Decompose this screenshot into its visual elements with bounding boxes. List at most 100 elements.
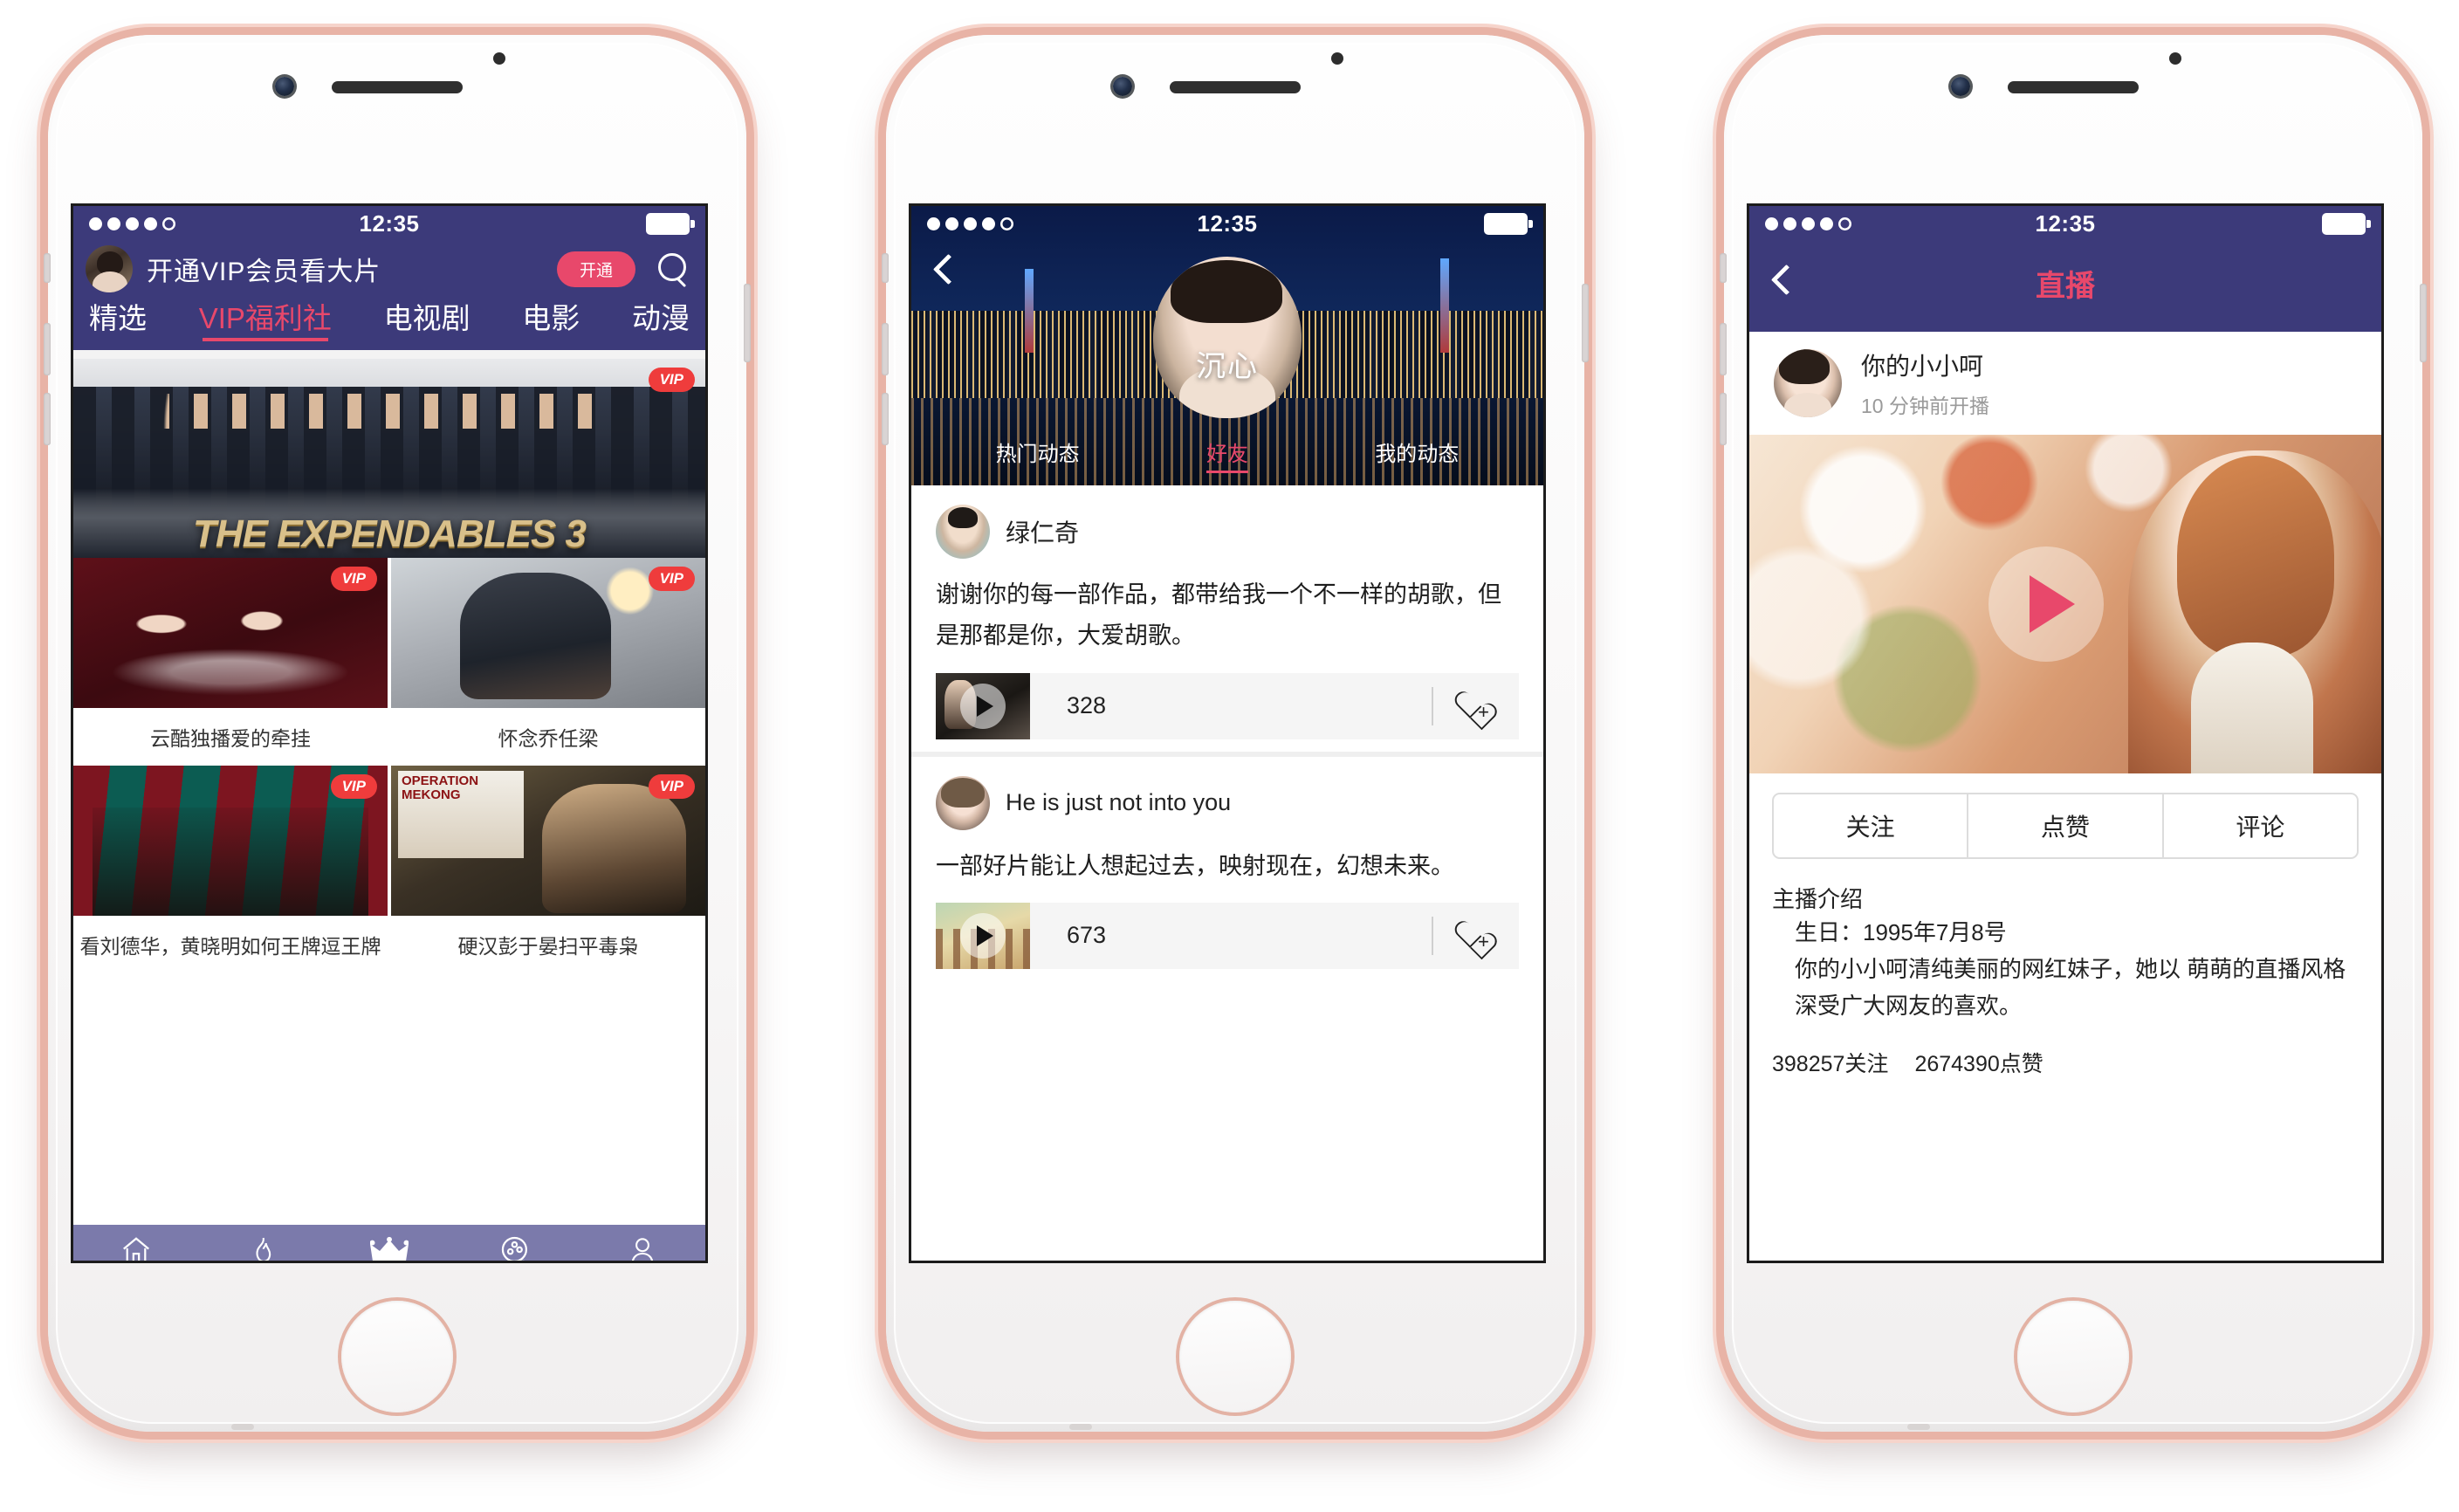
volume-up-button[interactable]: [882, 323, 889, 375]
volume-down-button[interactable]: [1720, 393, 1727, 445]
anchor-info-row[interactable]: 你的小小呵 10 分钟前开播: [1749, 332, 2381, 435]
phone-2-screen: 12:35 沉心 热门动态 好友 我的动态 绿仁奇 谢谢你的每一部作品，都带给我…: [911, 206, 1543, 1261]
vip-badge: VIP: [648, 368, 695, 392]
battery-icon: [646, 212, 695, 235]
nav-item-film-circle[interactable]: 影视圈: [452, 1233, 579, 1261]
anchor-name: 你的小小呵: [1861, 353, 1984, 380]
hero-banner[interactable]: VIP THE EXPENDABLES 3: [73, 359, 705, 558]
anchor-introduction: 主播介绍 生日：1995年7月8号 你的小小呵清纯美丽的网红妹子，她以 萌萌的直…: [1749, 859, 2381, 1024]
tile-thumbnail: OPERATION MEKONG VIP: [391, 766, 705, 916]
intro-birthday: 生日：1995年7月8号: [1795, 919, 2007, 945]
silent-switch[interactable]: [44, 253, 51, 283]
avatar[interactable]: [936, 775, 990, 830]
tab-vip-fulishe[interactable]: VIP福利社: [199, 295, 332, 341]
nav-item-vip[interactable]: VIP会员: [326, 1233, 453, 1261]
like-button[interactable]: 点赞: [1967, 794, 2161, 857]
tab-my-feed[interactable]: 我的动态: [1375, 436, 1459, 473]
grid-tile[interactable]: VIP: [73, 766, 388, 916]
intro-desc-line-1: 你的小小呵清纯美丽的网红妹子，她以 萌萌的直播风格: [1795, 956, 2346, 983]
person-icon: [579, 1233, 705, 1261]
post-media-row[interactable]: 673 +: [936, 902, 1519, 969]
phone-3-screen: 12:35 直播 你的小小呵 10 分钟前开播 关注 点赞 评论 主播介绍 生日…: [1749, 206, 2381, 1261]
volume-down-button[interactable]: [882, 393, 889, 445]
tile-caption: 看刘德华，黄晓明如何王牌逗王牌: [79, 935, 381, 958]
power-button[interactable]: [2420, 284, 2427, 362]
grid-captions-2: 看刘德华，黄晓明如何王牌逗王牌 硬汉彭于晏扫平毒枭: [73, 916, 705, 973]
grid-tile[interactable]: VIP: [73, 558, 388, 708]
post-media-row[interactable]: 328 +: [936, 672, 1519, 739]
flame-icon: [200, 1233, 326, 1261]
earpiece-speaker: [2008, 81, 2139, 93]
home-button[interactable]: [1179, 1301, 1291, 1412]
tab-friends-feed[interactable]: 好友: [1205, 436, 1248, 473]
silent-switch[interactable]: [882, 253, 889, 283]
vip-badge: VIP: [330, 774, 377, 799]
open-vip-button[interactable]: 开通: [556, 251, 635, 287]
heart-plus-icon[interactable]: +: [1432, 916, 1496, 955]
avatar[interactable]: [86, 245, 133, 292]
microphone-icon: [1907, 1424, 1930, 1430]
power-button[interactable]: [1582, 284, 1589, 362]
tab-dongman[interactable]: 动漫: [632, 295, 690, 341]
home-button[interactable]: [341, 1301, 453, 1412]
tile-thumbnail: VIP: [391, 558, 705, 708]
follow-button[interactable]: 关注: [1774, 794, 1967, 857]
power-button[interactable]: [744, 284, 751, 362]
search-icon[interactable]: [656, 252, 690, 285]
like-count: 2674390点赞: [1914, 1052, 2043, 1077]
vip-header: 开通VIP会员看大片 开通 精选 VIP福利社 电视剧 电影 动漫: [73, 241, 705, 350]
tile-thumbnail: VIP: [73, 558, 388, 708]
heart-plus-icon[interactable]: +: [1432, 686, 1496, 725]
microphone-icon: [1069, 1424, 1092, 1430]
follow-count: 398257关注: [1772, 1052, 1889, 1077]
vip-badge: VIP: [330, 567, 377, 591]
anchor-stats: 398257关注 2674390点赞: [1749, 1024, 2381, 1078]
category-tabs: 精选 VIP福利社 电视剧 电影 动漫: [73, 295, 705, 350]
proximity-sensor-icon: [1331, 52, 1343, 65]
proximity-sensor-icon: [2169, 52, 2181, 65]
phone-1: 12:35 开通VIP会员看大片 开通 精选 VIP福利社 电视剧 电影 动漫: [44, 35, 751, 1475]
home-icon: [73, 1233, 200, 1261]
action-button-group: 关注 点赞 评论: [1772, 793, 2359, 859]
tab-dianying[interactable]: 电影: [522, 295, 580, 341]
volume-up-button[interactable]: [44, 323, 51, 375]
nav-item-mine[interactable]: 我的: [579, 1233, 705, 1261]
content-gap: [73, 350, 705, 359]
status-bar: 12:35: [73, 206, 705, 241]
volume-up-button[interactable]: [1720, 323, 1727, 375]
avatar[interactable]: [1774, 349, 1842, 417]
grid-tile[interactable]: VIP: [391, 558, 705, 708]
grid-tile[interactable]: OPERATION MEKONG VIP: [391, 766, 705, 916]
live-video-player[interactable]: [1749, 435, 2381, 773]
promo-bar: 开通VIP会员看大片 开通: [73, 241, 705, 295]
earpiece-speaker: [332, 81, 463, 93]
nav-item-home[interactable]: 首页: [73, 1233, 200, 1261]
tile-caption: 硬汉彭于晏扫平毒枭: [457, 935, 639, 958]
app-brand-title: 沉心: [1196, 350, 1259, 383]
heart-shape: +: [1456, 922, 1489, 951]
volume-down-button[interactable]: [44, 393, 51, 445]
comment-button[interactable]: 评论: [2161, 794, 2357, 857]
tab-jingxuan[interactable]: 精选: [89, 295, 147, 341]
phone-2: 12:35 沉心 热门动态 好友 我的动态 绿仁奇 谢谢你的每一部作品，都带给我…: [882, 35, 1589, 1475]
phone-1-screen: 12:35 开通VIP会员看大片 开通 精选 VIP福利社 电视剧 电影 动漫: [73, 206, 705, 1261]
tab-hot-feed[interactable]: 热门动态: [996, 436, 1080, 473]
back-chevron-icon[interactable]: [931, 255, 960, 285]
page-title: 直播: [2036, 270, 2095, 303]
avatar[interactable]: [936, 505, 990, 559]
plus-sign: +: [1478, 700, 1489, 723]
tab-dianshiju[interactable]: 电视剧: [384, 295, 471, 341]
feed-tabs: 热门动态 好友 我的动态: [911, 436, 1543, 473]
video-thumbnail[interactable]: [936, 902, 1030, 969]
play-icon[interactable]: [960, 912, 1006, 959]
play-icon[interactable]: [960, 683, 1006, 729]
nav-item-hot[interactable]: 热点: [200, 1233, 326, 1261]
list-item[interactable]: 绿仁奇 谢谢你的每一部作品，都带给我一个不一样的胡歌，但是那都是你，大爱胡歌。 …: [911, 485, 1543, 752]
play-icon[interactable]: [1988, 546, 2105, 662]
hero-tower-left: [1025, 269, 1034, 353]
live-header: 直播: [1749, 241, 2381, 332]
silent-switch[interactable]: [1720, 253, 1727, 283]
video-thumbnail[interactable]: [936, 672, 1030, 739]
list-item[interactable]: He is just not into you 一部好片能让人想起过去，映射现在…: [911, 757, 1543, 981]
home-button[interactable]: [2017, 1301, 2129, 1412]
